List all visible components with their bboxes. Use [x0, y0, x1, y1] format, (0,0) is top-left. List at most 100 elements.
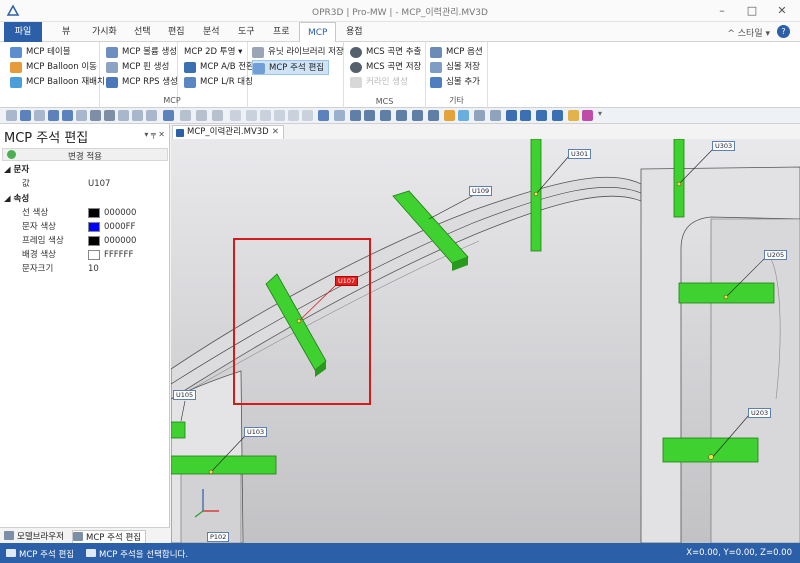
wireframe-icon[interactable]	[474, 110, 485, 121]
curve-select-icon[interactable]	[62, 110, 73, 121]
symbol-add-button[interactable]: 심볼 추가	[430, 75, 480, 90]
document-tab[interactable]: MCP_이력관리.MV3D ✕	[172, 125, 284, 139]
point-select-icon[interactable]	[6, 110, 17, 121]
body-select-icon[interactable]	[104, 110, 115, 121]
annotation-label-u203[interactable]: U203	[748, 408, 772, 418]
pointer-multi-icon[interactable]	[196, 110, 207, 121]
mcp-rps-create-button[interactable]: MCP RPS 생성	[106, 75, 178, 90]
cross-select-icon[interactable]	[118, 110, 129, 121]
frame-select-icon[interactable]	[146, 110, 157, 121]
line-select-icon[interactable]	[20, 110, 31, 121]
view-bottom-icon[interactable]	[428, 110, 439, 121]
annotation-label-u109[interactable]: U109	[469, 186, 493, 196]
display-mode-4-icon[interactable]	[552, 110, 563, 121]
circle-icon[interactable]	[274, 110, 285, 121]
mcp-block-u303[interactable]	[673, 139, 685, 218]
frame-color-swatch[interactable]	[88, 236, 100, 246]
close-button[interactable]: ✕	[768, 2, 796, 20]
mcs-surface-save-button[interactable]: MCS 곡면 저장	[350, 60, 421, 75]
prop-row-value[interactable]: 값 U107	[0, 177, 168, 191]
tab-view[interactable]: 뷰	[54, 22, 78, 42]
hidden-line-icon[interactable]	[490, 110, 501, 121]
mcp-lr-mirror-button[interactable]: MCP L/R 대칭	[184, 75, 253, 90]
pick-icon[interactable]	[212, 110, 223, 121]
mcp-block-u105[interactable]	[171, 421, 186, 439]
tab-analysis[interactable]: 분석	[195, 22, 228, 42]
mcp-pin-create-button[interactable]: MCP 핀 생성	[106, 60, 169, 75]
circle-select-icon[interactable]	[34, 110, 45, 121]
maximize-button[interactable]: □	[738, 2, 766, 20]
polygon-select-icon[interactable]	[90, 110, 101, 121]
display-mode-1-icon[interactable]	[506, 110, 517, 121]
mcp-annotation-edit-button[interactable]: MCP 주석 편집	[252, 60, 330, 75]
annotation-label-u205[interactable]: U205	[764, 250, 788, 260]
help-icon[interactable]: ?	[777, 25, 790, 38]
annotation-value-field[interactable]: U107	[88, 177, 110, 191]
box-select-icon[interactable]	[132, 110, 143, 121]
edge-select-icon[interactable]	[48, 110, 59, 121]
mcp-2d-projection-dropdown[interactable]: MCP 2D 투영 ▾	[184, 45, 242, 60]
prop-row-frame-color[interactable]: 프레임 색상 000000	[0, 234, 168, 248]
palette-icon[interactable]	[582, 110, 593, 121]
display-mode-2-icon[interactable]	[520, 110, 531, 121]
dot-icon[interactable]	[230, 110, 241, 121]
tab-mcp[interactable]: MCP	[299, 22, 337, 43]
tab-edit[interactable]: 편집	[160, 22, 193, 42]
shaded-icon[interactable]	[458, 110, 469, 121]
pointer-icon[interactable]	[180, 110, 191, 121]
mcp-ab-switch-button[interactable]: MCP A/B 전환	[184, 60, 254, 75]
view-back-icon[interactable]	[364, 110, 375, 121]
symbol-save-button[interactable]: 심볼 저장	[430, 60, 480, 75]
tab-model-browser[interactable]: 모델브라우저	[4, 530, 64, 542]
curve-line-create-button[interactable]: 커라인 생성	[350, 75, 408, 90]
style-menu[interactable]: ^ 스타일 ▾	[727, 26, 770, 39]
tab-welding[interactable]: 용접	[338, 22, 371, 42]
tab-visualize[interactable]: 가시화	[84, 22, 125, 42]
font-size-field[interactable]: 10	[88, 262, 99, 276]
mcp-volume-create-button[interactable]: MCP 볼륨 생성	[106, 45, 177, 60]
mcp-balloon-move-button[interactable]: MCP Balloon 이동	[10, 60, 97, 75]
section-properties[interactable]: ◢ 속성	[4, 193, 29, 206]
section-text[interactable]: ◢ 문자	[4, 164, 29, 177]
annotation-label-u103[interactable]: U103	[244, 427, 268, 437]
annotation-label-u303[interactable]: U303	[712, 141, 736, 151]
tab-annotation-edit[interactable]: MCP 주석 편집	[72, 530, 147, 544]
mcs-surface-extract-button[interactable]: MCS 곡면 추출	[350, 45, 421, 60]
annotation-label-p102[interactable]: P102	[207, 532, 230, 542]
measure-icon[interactable]	[318, 110, 329, 121]
view-right-icon[interactable]	[396, 110, 407, 121]
display-mode-3-icon[interactable]	[536, 110, 547, 121]
toolbar-overflow-icon[interactable]: ▾	[598, 109, 602, 118]
tab-select[interactable]: 선택	[126, 22, 159, 42]
view-top-icon[interactable]	[412, 110, 423, 121]
tab-pro[interactable]: 프로	[265, 22, 298, 42]
prop-row-background-color[interactable]: 배경 색상 FFFFFF	[0, 248, 168, 262]
corner-select-icon[interactable]	[163, 110, 174, 121]
3d-viewport[interactable]: U301 U303 U109 U107 U205 U105 U103 U203 …	[171, 139, 800, 543]
face-select-icon[interactable]	[76, 110, 87, 121]
mcp-options-button[interactable]: MCP 옵션	[430, 45, 483, 60]
panel-controls[interactable]: ▾ ╤ ✕	[144, 130, 165, 139]
annotation-label-u301[interactable]: U301	[568, 149, 592, 159]
mcp-block-u205[interactable]	[678, 282, 775, 304]
view-left-icon[interactable]	[380, 110, 391, 121]
mcp-table-button[interactable]: MCP 테이블	[10, 45, 71, 60]
prop-row-font-size[interactable]: 문자크기 10	[0, 262, 168, 276]
background-color-swatch[interactable]	[88, 250, 100, 260]
apply-changes-button[interactable]: 변경 적용	[2, 148, 168, 162]
minimize-button[interactable]: –	[708, 2, 736, 20]
prop-row-line-color[interactable]: 선 색상 000000	[0, 206, 168, 220]
mcp-balloon-rearrange-button[interactable]: MCP Balloon 재배치	[10, 75, 105, 90]
prop-row-text-color[interactable]: 문자 색상 0000FF	[0, 220, 168, 234]
curve-icon[interactable]	[246, 110, 257, 121]
rect-icon[interactable]	[260, 110, 271, 121]
shape-icon[interactable]	[288, 110, 299, 121]
unit-library-save-button[interactable]: 유닛 라이브러리 저장	[252, 45, 344, 60]
line-color-swatch[interactable]	[88, 208, 100, 218]
tab-tools[interactable]: 도구	[230, 22, 263, 42]
close-tab-icon[interactable]: ✕	[272, 126, 279, 139]
annotation-label-u105[interactable]: U105	[173, 390, 197, 400]
view-front-icon[interactable]	[350, 110, 361, 121]
layer-icon[interactable]	[334, 110, 345, 121]
folder-icon[interactable]	[568, 110, 579, 121]
